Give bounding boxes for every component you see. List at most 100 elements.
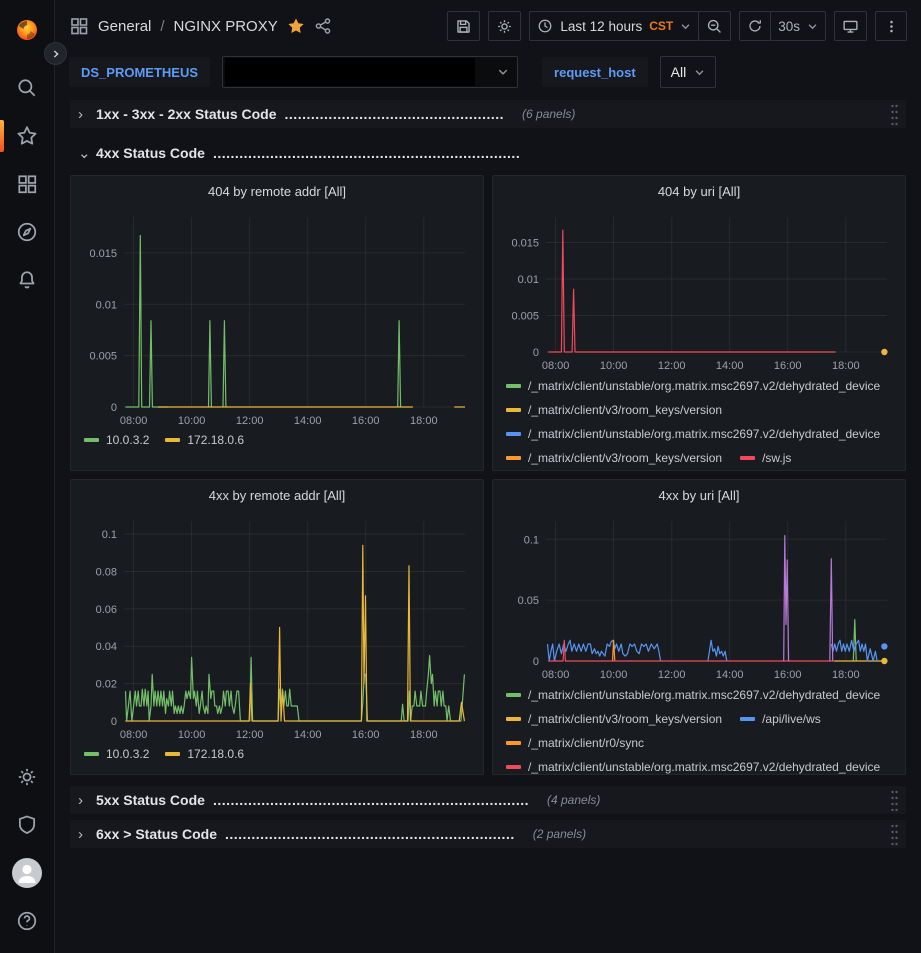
chevron-right-icon xyxy=(51,49,61,59)
sidebar-item-search[interactable] xyxy=(0,64,55,112)
legend: 10.0.3.2 172.18.0.6 xyxy=(80,743,474,761)
legend-swatch xyxy=(506,384,521,388)
legend-label: /_matrix/client/unstable/org.matrix.msc2… xyxy=(528,427,880,441)
dashboard-title: NGINX PROXY xyxy=(174,18,278,35)
legend-item[interactable]: 172.18.0.6 xyxy=(165,433,244,447)
x-axis-tick: 12:00 xyxy=(236,415,264,427)
clock-icon xyxy=(537,18,553,34)
row-dots: ........................................… xyxy=(213,792,529,808)
series-line xyxy=(209,321,212,407)
legend-item[interactable]: /sw.js xyxy=(740,451,791,465)
row-header-6xx[interactable]: › 6xx > Status Code ....................… xyxy=(70,820,906,848)
sidebar-item-starred[interactable] xyxy=(0,112,55,160)
panel-404-by-uri: 404 by uri [All] 00.0050.010.01508:0010:… xyxy=(492,175,906,471)
redacted-value xyxy=(225,58,475,86)
chart-canvas[interactable]: 00.020.040.060.080.108:0010:0012:0014:00… xyxy=(80,509,473,743)
y-axis-tick: 0.005 xyxy=(89,351,117,363)
panels-grid: 404 by remote addr [All] 00.0050.010.015… xyxy=(70,175,906,775)
zoom-out-icon xyxy=(706,18,723,35)
time-range-picker[interactable]: Last 12 hours CST xyxy=(529,11,699,41)
legend-item[interactable]: /_matrix/client/unstable/org.matrix.msc2… xyxy=(506,379,880,393)
x-axis-tick: 08:00 xyxy=(542,360,570,372)
chart-canvas[interactable]: 00.0050.010.01508:0010:0012:0014:0016:00… xyxy=(80,205,473,429)
legend-label: /_matrix/client/unstable/org.matrix.msc2… xyxy=(528,379,880,393)
row-title: 6xx > Status Code xyxy=(96,826,217,842)
sidebar-item-alerting[interactable] xyxy=(0,256,55,304)
series-line xyxy=(126,236,169,408)
favorite-star-icon[interactable] xyxy=(287,17,305,35)
more-menu-button[interactable] xyxy=(875,11,907,41)
request-host-dropdown[interactable]: All xyxy=(660,56,717,88)
dashboard-settings-button[interactable] xyxy=(488,11,521,41)
sidebar-item-server-admin[interactable] xyxy=(0,801,55,849)
x-axis-tick: 18:00 xyxy=(832,360,860,372)
row-title: 1xx - 3xx - 2xx Status Code xyxy=(96,106,277,122)
legend-label: /_matrix/client/unstable/org.matrix.msc2… xyxy=(528,688,880,702)
row-panel-count: (2 panels) xyxy=(533,827,586,841)
panel-title[interactable]: 4xx by remote addr [All] xyxy=(80,485,474,509)
chevron-down-icon: ⌄ xyxy=(78,146,88,161)
x-axis-tick: 10:00 xyxy=(600,360,628,372)
row-header-1xx-3xx-2xx[interactable]: › 1xx - 3xx - 2xx Status Code ..........… xyxy=(70,100,906,128)
chevron-right-icon: › xyxy=(78,107,88,122)
y-axis-tick: 0 xyxy=(533,656,539,668)
legend-item[interactable]: /_matrix/client/v3/room_keys/version xyxy=(506,712,722,726)
bell-icon xyxy=(16,269,38,291)
x-axis-tick: 08:00 xyxy=(120,415,148,427)
chart-canvas[interactable]: 00.050.108:0010:0012:0014:0016:0018:00 xyxy=(502,509,895,683)
datasource-dropdown[interactable] xyxy=(222,56,518,88)
legend-item[interactable]: /_matrix/client/unstable/org.matrix.msc2… xyxy=(506,427,880,441)
sidebar-item-profile[interactable] xyxy=(0,849,55,897)
sidebar-item-configuration[interactable] xyxy=(0,753,55,801)
legend-item[interactable]: /_matrix/client/r0/sync xyxy=(506,736,644,750)
sidebar-item-explore[interactable] xyxy=(0,208,55,256)
legend-item[interactable]: 172.18.0.6 xyxy=(165,747,244,761)
legend-label: 10.0.3.2 xyxy=(106,433,149,447)
refresh-icon xyxy=(747,18,763,34)
kiosk-mode-button[interactable] xyxy=(834,11,867,41)
save-dashboard-button[interactable] xyxy=(447,11,480,41)
x-axis-tick: 14:00 xyxy=(294,415,322,427)
dashboards-grid-icon xyxy=(16,173,38,195)
legend-item[interactable]: /_matrix/client/v3/room_keys/version xyxy=(506,451,722,465)
refresh-button[interactable] xyxy=(739,11,771,41)
share-icon[interactable] xyxy=(314,17,332,35)
row-drag-handle[interactable] xyxy=(890,103,899,132)
legend-item[interactable]: /_matrix/client/v3/room_keys/version xyxy=(506,403,722,417)
breadcrumb-folder[interactable]: General xyxy=(98,18,151,35)
legend-label: 172.18.0.6 xyxy=(187,433,244,447)
panel-title[interactable]: 404 by remote addr [All] xyxy=(80,181,474,205)
variable-label-ds: DS_PROMETHEUS xyxy=(69,57,210,87)
row-drag-handle[interactable] xyxy=(890,789,899,818)
row-title: 4xx Status Code xyxy=(96,145,205,161)
x-axis-tick: 18:00 xyxy=(410,729,438,741)
breadcrumb: General / NGINX PROXY xyxy=(69,16,332,36)
sidebar-expand-button[interactable] xyxy=(44,42,67,65)
legend-item[interactable]: 10.0.3.2 xyxy=(84,433,149,447)
row-drag-handle[interactable] xyxy=(890,823,899,852)
chevron-down-icon xyxy=(680,21,691,32)
sidebar-item-help[interactable] xyxy=(0,897,55,945)
legend-item[interactable]: /_matrix/client/unstable/org.matrix.msc2… xyxy=(506,688,880,702)
y-axis-tick: 0.1 xyxy=(102,529,117,541)
x-axis-tick: 14:00 xyxy=(716,669,744,681)
x-axis-tick: 08:00 xyxy=(120,729,148,741)
zoom-out-button[interactable] xyxy=(698,11,731,41)
sidebar-item-dashboards[interactable] xyxy=(0,160,55,208)
legend-swatch xyxy=(506,765,521,769)
legend-item[interactable]: /api/live/ws xyxy=(740,712,821,726)
panel-title[interactable]: 4xx by uri [All] xyxy=(502,485,896,509)
legend-item[interactable]: 10.0.3.2 xyxy=(84,747,149,761)
chart-canvas[interactable]: 00.0050.010.01508:0010:0012:0014:0016:00… xyxy=(502,205,895,374)
panel-title[interactable]: 404 by uri [All] xyxy=(502,181,896,205)
legend-item[interactable]: /_matrix/client/unstable/org.matrix.msc2… xyxy=(506,760,880,774)
series-line xyxy=(398,321,401,407)
refresh-interval-dropdown[interactable]: 30s xyxy=(770,11,826,41)
x-axis-tick: 10:00 xyxy=(178,729,206,741)
user-avatar xyxy=(12,858,42,888)
row-header-5xx[interactable]: › 5xx Status Code ......................… xyxy=(70,786,906,814)
gear-icon xyxy=(496,18,513,35)
legend-swatch xyxy=(506,717,521,721)
row-header-4xx[interactable]: ⌄ 4xx Status Code ......................… xyxy=(70,139,906,167)
y-axis-tick: 0.1 xyxy=(524,534,539,546)
